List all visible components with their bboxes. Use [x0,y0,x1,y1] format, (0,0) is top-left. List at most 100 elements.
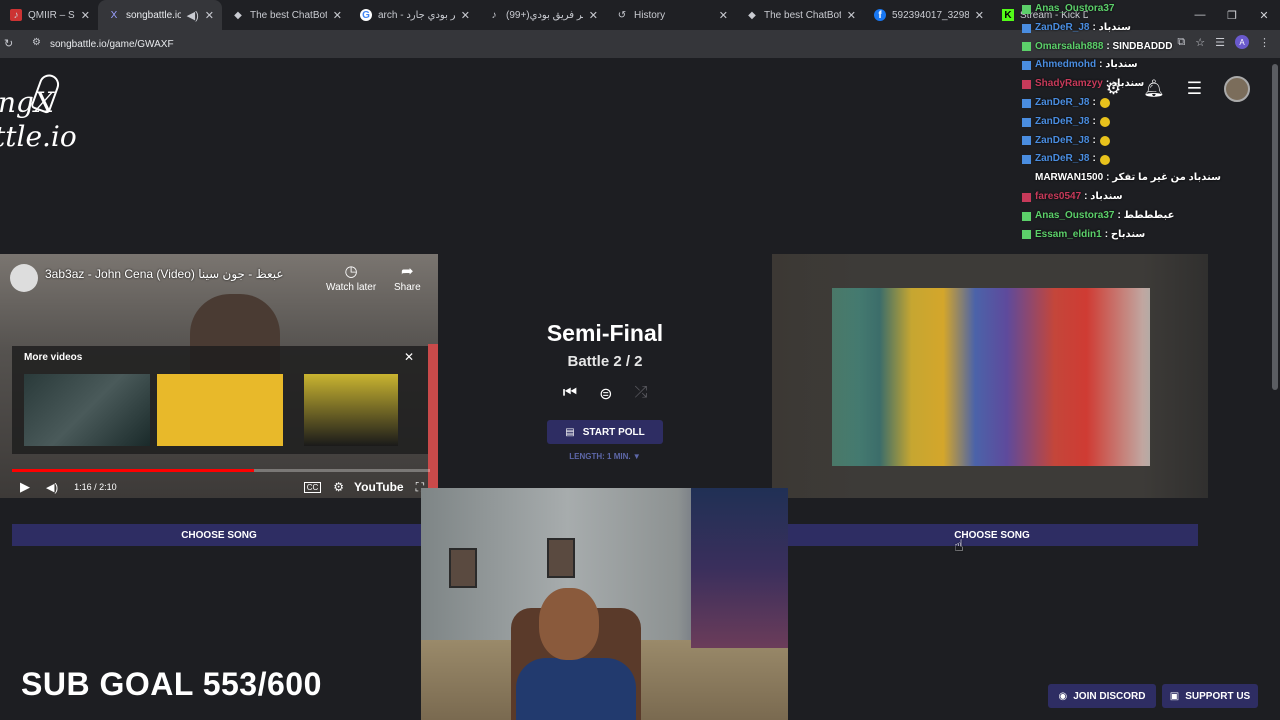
join-discord-label: JOIN DISCORD [1073,690,1146,702]
join-discord-button[interactable]: ◉ JOIN DISCORD [1048,684,1156,708]
wall-picture [547,538,575,578]
support-us-label: SUPPORT US [1185,690,1251,702]
close-icon[interactable]: ✕ [205,9,214,22]
choose-song-right-button[interactable]: CHOOSE SONG [786,524,1198,546]
choose-song-left-button[interactable]: CHOOSE SONG [12,524,426,546]
chat-message: MARWAN1500: سندباد من غير ما تفكر [1022,169,1252,188]
chat-text: : سندباد [1092,21,1131,33]
watch-later-button[interactable]: ◷ Watch later [326,262,376,293]
webcam-shirt [516,658,636,720]
chat-badge-icon [1022,211,1031,221]
scrollbar[interactable] [1272,64,1278,390]
tab-tiktok[interactable]: ♪ (99+)أخطر فريق بودي ✕ [478,0,606,30]
songbattle-logo[interactable]: ngX ttle.io [0,68,94,158]
logo-line-1: ngX [0,86,54,119]
chat-text: : سندباد [1084,190,1123,202]
chat-username[interactable]: Anas_Oustora37 [1035,207,1114,226]
more-videos-label: More videos [24,352,83,363]
chat-username[interactable]: ShadyRamzyy [1035,75,1103,94]
webcam-person [539,588,599,660]
chat-text: : سندباد [1105,78,1145,90]
close-icon[interactable]: ✕ [975,9,984,22]
emoji-icon [1099,135,1110,146]
shuffle-icon[interactable]: ⤮ [635,384,648,404]
play-icon[interactable]: ▶ [20,479,30,495]
close-window-icon[interactable]: ✕ [1248,0,1280,30]
tab-search[interactable]: G arch - اخطر بودي جارد ✕ [350,0,478,30]
chat-message: ZanDeR_J8: [1022,150,1252,169]
close-icon[interactable]: ✕ [589,9,598,22]
close-icon[interactable]: ✕ [461,9,470,22]
clock-icon: ◷ [344,263,358,280]
tab-history[interactable]: ↺ History ✕ [606,0,736,30]
support-us-button[interactable]: ▣ SUPPORT US [1162,684,1258,708]
chat-text: : [1092,134,1096,146]
right-video-player[interactable] [772,254,1208,498]
poll-length-select[interactable]: LENGTH: 1 MIN. ▼ [500,452,710,461]
chat-username[interactable]: ZanDeR_J8 [1035,94,1089,113]
tab-facebook[interactable]: f 592394017_3298230 ✕ [864,0,992,30]
google-icon: G [360,9,372,21]
captions-icon[interactable]: CC [303,481,322,493]
chat-message: Omarsalah888: SINDBADDD [1022,38,1252,57]
chat-username[interactable]: Essam_eldin1 [1035,226,1102,245]
chatbot-icon: ◆ [234,9,242,21]
close-icon[interactable]: ✕ [81,9,90,22]
video-title[interactable]: 3ab3az - John Cena (Video) عبعظ - جون سي… [45,267,284,281]
volume-icon[interactable]: ◀) [46,481,58,494]
reload-icon[interactable]: ↻ [4,37,13,50]
chat-username[interactable]: ZanDeR_J8 [1035,150,1089,169]
sub-goal-text: SUB GOAL 553/600 [21,666,322,702]
tab-label: 592394017_3298230 [892,9,969,21]
more-icon[interactable]: ⋮ [1259,36,1270,49]
chat-username[interactable]: Anas_Oustora37 [1035,0,1114,19]
previous-icon[interactable]: ⏮ [563,384,577,404]
video-thumbnail[interactable] [304,374,398,446]
screen: ♪ QMIIR – SEMPER ✕ X songbattle.io - Ba … [0,0,1280,720]
settings-icon[interactable]: ⚙ [333,480,344,494]
video-time: 1:16 / 2:10 [74,482,117,492]
speaker-icon[interactable]: ◀) [187,9,199,22]
kick-icon: K [1002,9,1014,21]
start-poll-label: START POLL [582,426,645,438]
patreon-icon: ▣ [1169,690,1180,702]
tab-songbattle[interactable]: X songbattle.io - Ba ◀) ✕ [98,0,222,30]
coin-icon[interactable]: ⊜ [599,384,612,404]
chat-username[interactable]: MARWAN1500 [1035,169,1103,188]
video-progress-bar[interactable] [12,469,430,472]
start-poll-button[interactable]: ▤ START POLL [547,420,663,444]
close-icon[interactable]: ✕ [404,350,414,364]
chat-message: Anas_Oustora37: عبطططط [1022,207,1252,226]
chat-badge-icon [1022,136,1031,146]
mouse-cursor: ☝ [954,538,964,555]
chat-username[interactable]: fares0547 [1035,188,1081,207]
chat-username[interactable]: ZanDeR_J8 [1035,113,1089,132]
chat-badge-icon [1022,174,1031,183]
round-title: Semi-Final [546,320,664,346]
url-text[interactable]: songbattle.io/game/GWAXF [50,39,174,50]
tab-qmiir[interactable]: ♪ QMIIR – SEMPER ✕ [0,0,98,30]
chat-badge-icon [1022,117,1031,127]
share-button[interactable]: ➦ Share [394,262,421,293]
channel-avatar[interactable] [10,264,38,292]
close-icon[interactable]: ✕ [333,9,342,22]
site-info-icon[interactable]: ⚙ [32,37,41,48]
battle-controls: ⏮ ⊜ ⤮ [500,384,710,404]
tab-chatbot-2[interactable]: ◆ The best ChatBot and ✕ [736,0,864,30]
chat-username[interactable]: ZanDeR_J8 [1035,132,1089,151]
close-icon[interactable]: ✕ [847,9,856,22]
video-thumbnail[interactable] [157,374,283,446]
chat-username[interactable]: Ahmedmohd [1035,56,1096,75]
chat-badge-icon [1022,230,1031,240]
chat-username[interactable]: ZanDeR_J8 [1035,19,1089,38]
left-video-player[interactable]: 3ab3az - John Cena (Video) عبعظ - جون سي… [0,254,438,498]
chat-username[interactable]: Omarsalah888 [1035,38,1103,57]
video-thumbnail[interactable] [24,374,150,446]
youtube-logo[interactable]: YouTube [354,480,404,494]
chat-text: : [1092,96,1096,108]
close-icon[interactable]: ✕ [719,9,728,22]
tab-chatbot[interactable]: ◆ The best ChatBot and ✕ [222,0,350,30]
chat-message: fares0547: سندباد [1022,188,1252,207]
chat-text: : سندباح [1104,228,1146,240]
chat-badge-icon [1022,192,1031,202]
